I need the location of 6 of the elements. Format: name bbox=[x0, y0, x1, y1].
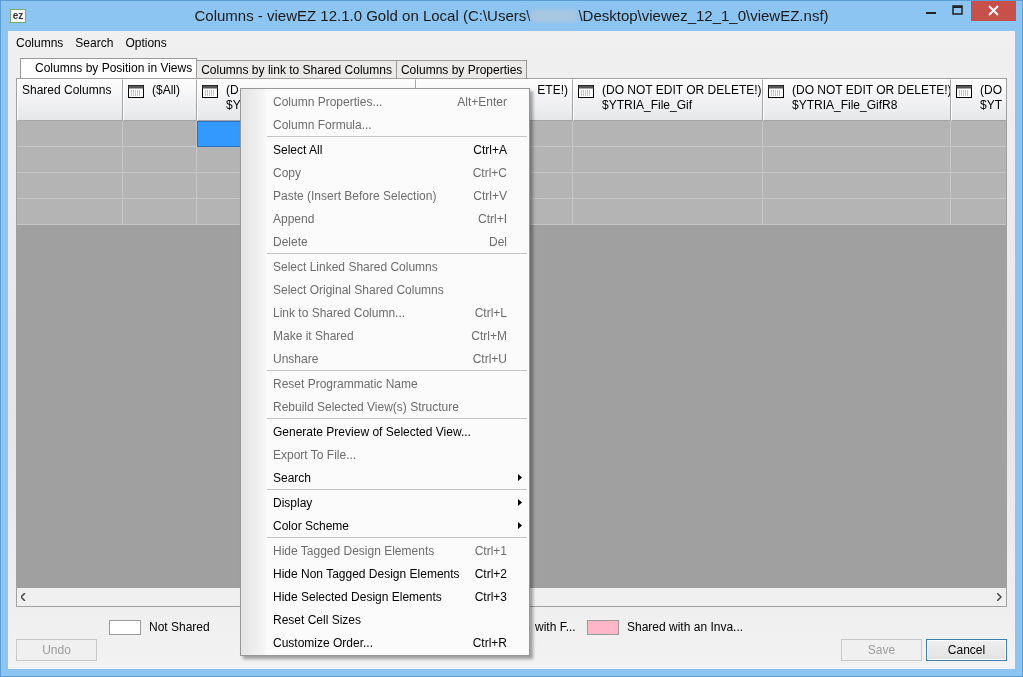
legend-label: Shared with an Inva... bbox=[627, 620, 744, 634]
window-title: Columns - viewEZ 12.1.0 Gold on Local (C:\Users\ bbox=[194, 7, 531, 24]
window-title: \Desktop\viewez_12_1_0\viewEZ.nsf) bbox=[578, 7, 829, 24]
app-logo: ez bbox=[10, 9, 26, 23]
legend-label: with F... bbox=[535, 620, 576, 634]
legend-label: Not Shared bbox=[149, 620, 210, 634]
